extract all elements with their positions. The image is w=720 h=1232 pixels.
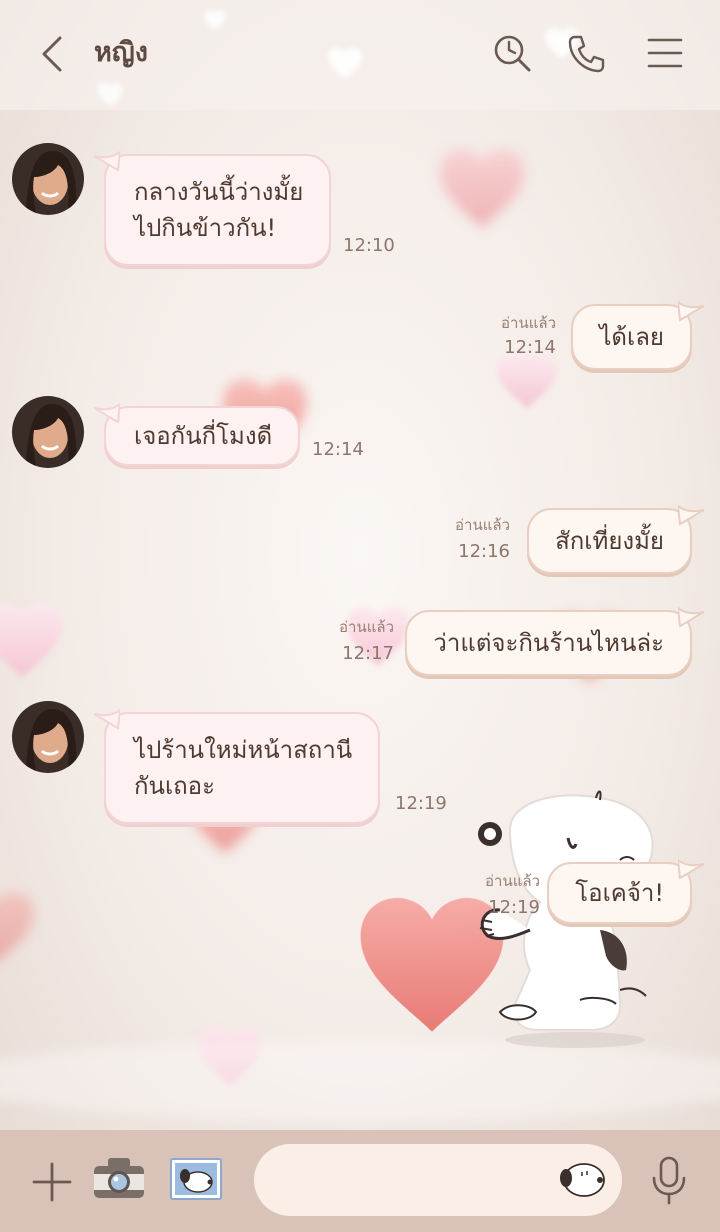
microphone-icon[interactable] bbox=[650, 1156, 688, 1206]
avatar[interactable] bbox=[12, 701, 84, 773]
bubble-tail-icon bbox=[94, 708, 120, 730]
gallery-icon[interactable] bbox=[170, 1158, 222, 1200]
sticker-icon[interactable] bbox=[556, 1158, 606, 1200]
message-line: กันเถอะ bbox=[134, 772, 215, 800]
message-line: ไปกินข้าวกัน! bbox=[134, 214, 277, 242]
search-icon[interactable] bbox=[492, 32, 532, 74]
camera-icon[interactable] bbox=[92, 1156, 146, 1202]
message-time: 12:14 bbox=[504, 337, 556, 358]
avatar[interactable] bbox=[12, 143, 84, 215]
message-input-box[interactable] bbox=[254, 1144, 622, 1216]
bubble-tail-icon bbox=[678, 300, 704, 322]
input-bar bbox=[0, 1130, 720, 1232]
chat-header: หญิง bbox=[0, 0, 720, 108]
read-receipt: อ่านแล้ว bbox=[501, 314, 556, 332]
message-bubble[interactable]: ไปร้านใหม่หน้าสถานี กันเถอะ bbox=[94, 708, 381, 824]
bubble-tail-icon bbox=[678, 858, 704, 880]
message-time: 12:17 bbox=[342, 643, 394, 664]
message-text: โอเคจ้า! bbox=[575, 879, 664, 907]
read-receipt: อ่านแล้ว bbox=[485, 872, 540, 890]
message-bubble[interactable]: กลางวันนี้ว่างมั้ย ไปกินข้าวกัน! bbox=[94, 150, 332, 266]
bubble-tail-icon bbox=[94, 150, 120, 172]
message-line: กลางวันนี้ว่างมั้ย bbox=[134, 178, 304, 206]
plus-icon[interactable] bbox=[30, 1160, 74, 1204]
menu-icon[interactable] bbox=[646, 32, 686, 74]
message-bubble[interactable]: โอเคจ้า! bbox=[547, 858, 704, 924]
message-text: ว่าแต่จะกินร้านไหนล่ะ bbox=[433, 629, 664, 657]
chevron-left-icon[interactable] bbox=[36, 34, 68, 74]
message-time: 12:16 bbox=[458, 541, 510, 562]
bubble-tail-icon bbox=[94, 402, 120, 424]
message-time: 12:10 bbox=[343, 235, 395, 256]
message-outgoing: อ่านแล้ว 12:14 ได้เลย bbox=[0, 300, 720, 380]
phone-icon[interactable] bbox=[566, 32, 606, 74]
message-time: 12:19 bbox=[488, 897, 540, 918]
message-time: 12:19 bbox=[395, 793, 447, 814]
bubble-tail-icon bbox=[678, 606, 704, 628]
message-outgoing: อ่านแล้ว 12:19 โอเคจ้า! bbox=[0, 858, 720, 938]
message-text: ได้เลย bbox=[599, 323, 664, 351]
read-receipt: อ่านแล้ว bbox=[339, 618, 394, 636]
message-text: เจอกันกี่โมงดี bbox=[134, 422, 273, 450]
message-text: สักเที่ยงมั้ย bbox=[555, 527, 664, 555]
message-incoming: เจอกันกี่โมงดี 12:14 bbox=[0, 394, 720, 484]
message-outgoing: อ่านแล้ว 12:17 ว่าแต่จะกินร้านไหนล่ะ bbox=[0, 606, 720, 686]
read-receipt: อ่านแล้ว bbox=[455, 516, 510, 534]
message-incoming: ไปร้านใหม่หน้าสถานี กันเถอะ 12:19 bbox=[0, 700, 720, 830]
bubble-tail-icon bbox=[678, 504, 704, 526]
message-line: ไปร้านใหม่หน้าสถานี bbox=[134, 736, 353, 764]
message-bubble[interactable]: เจอกันกี่โมงดี bbox=[94, 402, 301, 466]
message-incoming: กลางวันนี้ว่างมั้ย ไปกินข้าวกัน! 12:10 bbox=[0, 140, 720, 280]
message-bubble[interactable]: ว่าแต่จะกินร้านไหนล่ะ bbox=[405, 606, 704, 676]
message-bubble[interactable]: ได้เลย bbox=[571, 300, 704, 370]
message-bubble[interactable]: สักเที่ยงมั้ย bbox=[527, 504, 704, 574]
message-time: 12:14 bbox=[312, 439, 364, 460]
message-outgoing: อ่านแล้ว 12:16 สักเที่ยงมั้ย bbox=[0, 504, 720, 584]
message-input[interactable] bbox=[274, 1158, 548, 1204]
chat-title[interactable]: หญิง bbox=[94, 34, 148, 72]
avatar[interactable] bbox=[12, 396, 84, 468]
